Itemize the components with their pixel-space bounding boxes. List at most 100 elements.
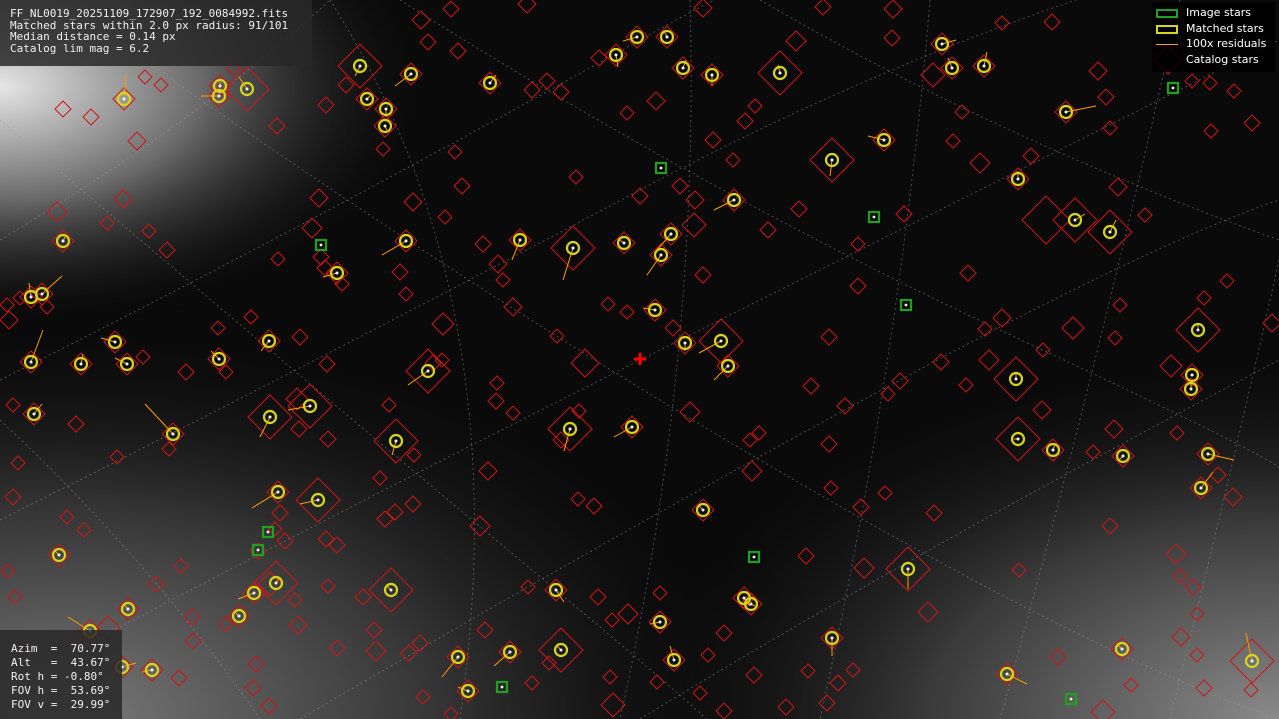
- matched-star-core: [40, 292, 44, 296]
- matched-star-core: [126, 607, 130, 611]
- matched-star-core: [308, 404, 312, 408]
- altitude-readout: Alt = 43.67°: [11, 656, 111, 669]
- matched-star-core: [29, 295, 33, 299]
- matched-star-core: [335, 271, 339, 275]
- rotation-readout: Rot h = -0.80°: [11, 670, 104, 683]
- matched-star-core: [358, 64, 362, 68]
- matched-star-core: [681, 66, 685, 70]
- matched-star-core: [778, 71, 782, 75]
- matched-star-core: [683, 341, 687, 345]
- matched-star-core: [409, 72, 413, 76]
- matched-star-core: [488, 81, 492, 85]
- matched-star-core: [252, 591, 256, 595]
- matched-star-core: [1014, 377, 1018, 381]
- legend-image-stars-label: Image stars: [1186, 6, 1251, 19]
- matched-star-core: [653, 308, 657, 312]
- matched-star-core: [658, 620, 662, 624]
- median-distance: Median distance = 0.14 px: [10, 30, 176, 43]
- matched-star-core: [1120, 647, 1124, 651]
- matched-star-core: [830, 636, 834, 640]
- matched-star-core: [672, 658, 676, 662]
- matched-star-core: [508, 650, 512, 654]
- image-star-core: [1171, 86, 1175, 90]
- image-star-core: [1069, 697, 1073, 701]
- matched-star-core: [404, 239, 408, 243]
- matched-star-core: [394, 439, 398, 443]
- legend-matched-stars-label: Matched stars: [1186, 22, 1264, 35]
- legend-residuals: 100x residuals: [1152, 37, 1275, 53]
- yellow-circle-icon: [1156, 25, 1178, 34]
- legend-matched-stars: Matched stars: [1152, 22, 1275, 38]
- matched-star-core: [1016, 437, 1020, 441]
- matched-star-core: [1250, 659, 1254, 663]
- matched-star-core: [568, 427, 572, 431]
- matched-star-core: [554, 588, 558, 592]
- image-star-core: [659, 166, 663, 170]
- matched-star-core: [1206, 452, 1210, 456]
- image-star-core: [256, 548, 260, 552]
- matched-star-core: [384, 107, 388, 111]
- red-diamond-icon: [1156, 56, 1178, 68]
- image-star-core: [319, 243, 323, 247]
- matched-star-core: [1121, 454, 1125, 458]
- matched-star-core: [1051, 448, 1055, 452]
- sky-plot: [0, 0, 1279, 719]
- image-star-core: [266, 530, 270, 534]
- matched-star-core: [456, 655, 460, 659]
- matched-star-core: [950, 66, 954, 70]
- legend-catalog-stars: Catalog stars: [1152, 53, 1275, 69]
- legend-residuals-label: 100x residuals: [1186, 37, 1267, 50]
- matched-star-core: [466, 689, 470, 693]
- matched-star-core: [276, 490, 280, 494]
- matched-star-core: [1016, 177, 1020, 181]
- legend: Image stars Matched stars 100x residuals…: [1152, 2, 1275, 72]
- azimuth-readout: Azim = 70.77°: [11, 642, 111, 655]
- info-panel: FF_NL0019_20251109_172907_192_0084992.fi…: [0, 0, 312, 66]
- matched-star-core: [940, 42, 944, 46]
- matched-star-core: [635, 35, 639, 39]
- matched-star-core: [79, 362, 83, 366]
- matched-star-core: [217, 357, 221, 361]
- matched-star-core: [122, 97, 126, 101]
- matched-star-core: [749, 602, 753, 606]
- matched-star-core: [622, 241, 626, 245]
- matched-star-core: [1196, 328, 1200, 332]
- matched-star-core: [1005, 672, 1009, 676]
- matched-star-core: [719, 339, 723, 343]
- matched-star-core: [389, 588, 393, 592]
- matched-star-core: [113, 340, 117, 344]
- matched-star-core: [665, 35, 669, 39]
- matched-star-core: [217, 94, 221, 98]
- matched-star-core: [571, 246, 575, 250]
- matched-star-core: [365, 97, 369, 101]
- matched-star-core: [1108, 230, 1112, 234]
- matched-star-core: [614, 53, 618, 57]
- matched-star-core: [268, 415, 272, 419]
- catalog-limiting-magnitude: Catalog lim mag = 6.2: [10, 41, 150, 55]
- matched-star-core: [237, 614, 241, 618]
- matched-star-core: [61, 239, 65, 243]
- matched-star-core: [125, 362, 129, 366]
- matched-star-core: [426, 369, 430, 373]
- matched-star-core: [659, 253, 663, 257]
- matched-star-core: [830, 158, 834, 162]
- image-star-core: [500, 685, 504, 689]
- image-star-core: [904, 303, 908, 307]
- matched-star-core: [171, 432, 175, 436]
- matched-star-core: [1189, 387, 1193, 391]
- matched-star-core: [1199, 486, 1203, 490]
- matched-star-core: [245, 87, 249, 91]
- matched-star-core: [710, 73, 714, 77]
- matched-star-core: [669, 232, 673, 236]
- fov-vertical-readout: FOV v = 29.99°: [11, 698, 111, 711]
- matched-star-core: [559, 648, 563, 652]
- matched-star-core: [732, 198, 736, 202]
- matched-star-core: [29, 360, 33, 364]
- matched-star-core: [316, 498, 320, 502]
- orange-line-icon: [1156, 44, 1178, 45]
- matched-star-core: [150, 668, 154, 672]
- matched-star-core: [383, 124, 387, 128]
- legend-image-stars: Image stars: [1152, 6, 1275, 22]
- matched-star-core: [218, 84, 222, 88]
- image-star-core: [872, 215, 876, 219]
